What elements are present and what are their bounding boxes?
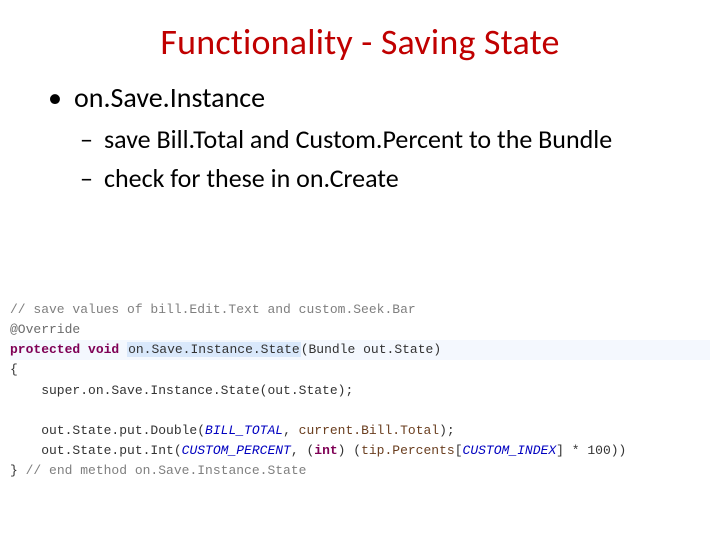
kw-void: void xyxy=(88,342,119,357)
code-put1-a: out.State.put.Double( xyxy=(10,423,205,438)
code-brace-open: { xyxy=(10,362,18,377)
slide: Functionality - Saving State on.Save.Ins… xyxy=(0,0,720,540)
code-put2: out.State.put.Int(CUSTOM_PERCENT, (int) … xyxy=(10,443,626,458)
code-put1-b: , xyxy=(283,423,299,438)
code-comment-2: // end method on.Save.Instance.State xyxy=(18,463,307,478)
slide-title: Functionality - Saving State xyxy=(30,20,690,64)
bullet-text-1: on.Save.Instance xyxy=(74,80,265,115)
kw-int: int xyxy=(314,443,337,458)
code-var-tp: tip.Percents xyxy=(361,443,455,458)
code-put2-b: , ( xyxy=(291,443,314,458)
code-block: // save values of bill.Edit.Text and cus… xyxy=(10,300,710,481)
code-field-ci: CUSTOM_INDEX xyxy=(463,443,557,458)
code-brace-close: } xyxy=(10,463,18,478)
code-sig-tail: (Bundle out.State) xyxy=(301,342,441,357)
sub-item-2: check for these in on.Create xyxy=(80,162,690,195)
sub-list: save Bill.Total and Custom.Percent to th… xyxy=(80,123,690,194)
code-put1-c: ); xyxy=(439,423,455,438)
kw-protected: protected xyxy=(10,342,80,357)
code-annotation: @Override xyxy=(10,322,80,337)
code-var-cbt: current.Bill.Total xyxy=(299,423,439,438)
code-put1: out.State.put.Double(BILL_TOTAL, current… xyxy=(10,423,455,438)
code-decl-line: protected void on.Save.Instance.State(Bu… xyxy=(10,340,710,360)
code-field-cust: CUSTOM_PERCENT xyxy=(182,443,291,458)
code-comment-1: // save values of bill.Edit.Text and cus… xyxy=(10,302,416,317)
code-put2-e: ] * 100)) xyxy=(556,443,626,458)
code-put2-d: [ xyxy=(455,443,463,458)
code-method-name: on.Save.Instance.State xyxy=(127,342,301,357)
code-put2-c: ) ( xyxy=(338,443,361,458)
bullet-item-1: on.Save.Instance save Bill.Total and Cus… xyxy=(48,80,690,194)
code-super: super.on.Save.Instance.State(out.State); xyxy=(10,383,353,398)
sub-item-1: save Bill.Total and Custom.Percent to th… xyxy=(80,123,690,156)
code-field-bill: BILL_TOTAL xyxy=(205,423,283,438)
code-put2-a: out.State.put.Int( xyxy=(10,443,182,458)
bullet-list: on.Save.Instance save Bill.Total and Cus… xyxy=(48,80,690,194)
